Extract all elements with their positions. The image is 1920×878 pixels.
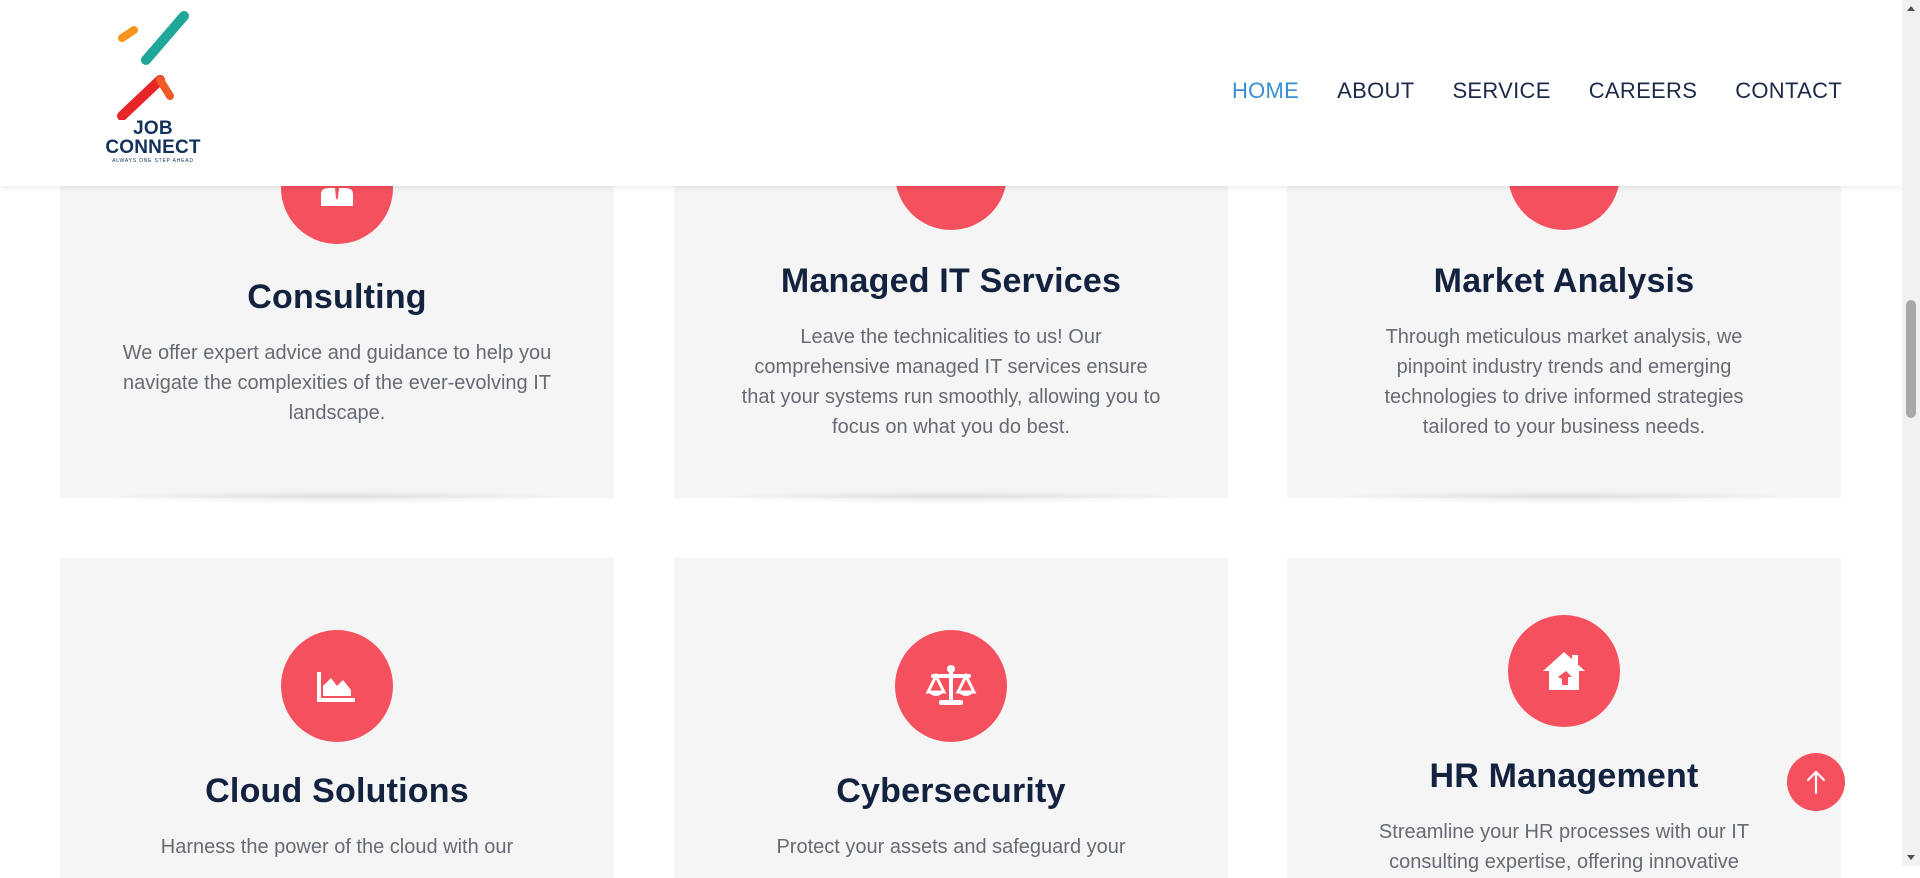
card-shadow: [1327, 490, 1801, 504]
nav-contact[interactable]: CONTACT: [1735, 78, 1842, 104]
cybersecurity-icon-circle: [895, 630, 1007, 742]
service-description: Through meticulous market analysis, we p…: [1384, 326, 1744, 438]
service-card-cloud-solutions: Cloud Solutions Harness the power of the…: [60, 558, 614, 878]
service-description: We offer expert advice and guidance to h…: [122, 342, 552, 424]
brand-name-line2: CONNECT: [105, 137, 201, 158]
service-description: Protect your assets and safeguard your: [776, 836, 1126, 858]
house-icon: [1543, 652, 1585, 690]
service-description: Harness the power of the cloud with our: [160, 836, 514, 858]
nav-about[interactable]: ABOUT: [1337, 78, 1414, 104]
service-title: Cloud Solutions: [205, 772, 469, 810]
back-to-top-button[interactable]: [1787, 753, 1845, 811]
nav-home[interactable]: HOME: [1232, 78, 1299, 104]
cloud-solutions-icon-circle: [281, 630, 393, 742]
service-title: Managed IT Services: [780, 262, 1122, 300]
scrollbar-thumb[interactable]: [1906, 300, 1916, 418]
card-shadow: [100, 490, 574, 504]
logo-mark-icon: [117, 11, 189, 120]
service-title: Consulting: [247, 278, 427, 316]
scroll-down-arrow-icon[interactable]: [1907, 855, 1915, 860]
service-title: HR Management: [1429, 757, 1699, 795]
page-scrollbar[interactable]: [1902, 0, 1920, 866]
hr-management-icon-circle: [1508, 615, 1620, 727]
scale-icon: [925, 665, 977, 705]
nav-careers[interactable]: CAREERS: [1589, 78, 1697, 104]
service-card-hr-management: HR Management Streamline your HR process…: [1287, 558, 1841, 878]
job-connect-logo[interactable]: JOB CONNECT ALWAYS ONE STEP AHEAD: [96, 10, 216, 170]
arrow-up-icon: [1806, 770, 1826, 795]
service-description: Streamline your HR processes with our IT…: [1378, 821, 1750, 873]
service-title: Market Analysis: [1433, 262, 1695, 300]
area-chart-icon: [317, 672, 355, 702]
brand-tagline: ALWAYS ONE STEP AHEAD: [112, 158, 194, 164]
card-shadow: [714, 490, 1188, 504]
nav-service[interactable]: SERVICE: [1452, 78, 1550, 104]
service-title: Cybersecurity: [836, 772, 1066, 810]
brand-name-line1: JOB: [133, 118, 173, 139]
service-description: Leave the technicalities to us! Our comp…: [741, 326, 1161, 438]
site-header: JOB CONNECT ALWAYS ONE STEP AHEAD HOME A…: [0, 0, 1902, 186]
main-nav: HOME ABOUT SERVICE CAREERS CONTACT: [1194, 78, 1842, 104]
brand-name: JOB CONNECT: [96, 119, 210, 157]
service-card-cybersecurity: Cybersecurity Protect your assets and sa…: [674, 558, 1228, 878]
scroll-up-arrow-icon[interactable]: [1907, 6, 1915, 11]
